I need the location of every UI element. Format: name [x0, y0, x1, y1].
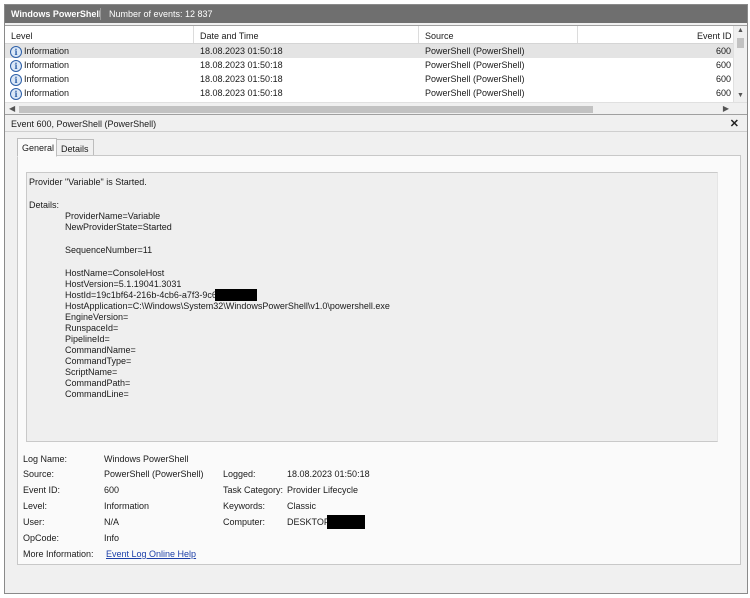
message-line: SequenceNumber=11 [65, 245, 153, 255]
message-line: CommandLine= [65, 389, 129, 399]
detail-header: Event 600, PowerShell (PowerShell) ✕ [5, 117, 747, 132]
table-row[interactable]: i Information 18.08.2023 01:50:18 PowerS… [5, 86, 733, 100]
horizontal-scroll-thumb[interactable] [19, 106, 593, 113]
message-line: HostId=19c1bf64-216b-4cb6-a7f3-9c6 [65, 290, 217, 300]
event-list[interactable]: Level Date and Time Source Event ID i In… [5, 25, 747, 115]
source-value: PowerShell (PowerShell) [104, 469, 204, 479]
message-line: CommandName= [65, 345, 136, 355]
table-row[interactable]: i Information 18.08.2023 01:50:18 PowerS… [5, 44, 733, 58]
online-help-link[interactable]: Event Log Online Help [106, 549, 196, 559]
row-level: Information [24, 46, 70, 56]
info-icon: i [10, 74, 22, 86]
keywords-label: Keywords: [223, 501, 266, 511]
column-divider[interactable] [418, 26, 419, 43]
message-line: HostApplication=C:\Windows\System32\Wind… [65, 301, 390, 311]
scroll-up-icon[interactable]: ▲ [737, 27, 744, 34]
tab-general[interactable]: General [17, 138, 57, 157]
message-line: Provider "Variable" is Started. [29, 177, 147, 187]
opcode-label: OpCode: [23, 533, 60, 543]
row-datetime: 18.08.2023 01:50:18 [200, 74, 283, 84]
info-icon: i [10, 46, 22, 58]
tab-details-label: Details [61, 144, 89, 154]
keywords-value: Classic [287, 501, 317, 511]
logged-label: Logged: [223, 469, 256, 479]
message-line: ProviderName=Variable [65, 211, 161, 221]
row-event-id: 600 [716, 88, 732, 98]
row-datetime: 18.08.2023 01:50:18 [200, 46, 283, 56]
info-icon: i [10, 88, 22, 100]
row-level: Information [24, 74, 70, 84]
row-level: Information [24, 88, 70, 98]
message-line: HostVersion=5.1.19041.3031 [65, 279, 182, 289]
row-source: PowerShell (PowerShell) [425, 74, 525, 84]
user-value: N/A [104, 517, 120, 527]
tab-general-label: General [22, 143, 55, 153]
log-header: Windows PowerShell Number of events: 12 … [5, 5, 747, 23]
level-value: Information [104, 501, 150, 511]
message-line: NewProviderState=Started [65, 222, 172, 232]
computer-value: DESKTOP- [287, 517, 333, 527]
message-line: PipelineId= [65, 334, 110, 344]
close-icon[interactable]: ✕ [730, 117, 739, 130]
scroll-left-icon[interactable]: ◀ [9, 104, 15, 113]
user-label: User: [23, 517, 45, 527]
table-row[interactable]: i Information 18.08.2023 01:50:18 PowerS… [5, 72, 733, 86]
task-category-value: Provider Lifecycle [287, 485, 359, 495]
column-level[interactable]: Level [11, 31, 33, 41]
row-event-id: 600 [716, 46, 732, 56]
vertical-scroll-thumb[interactable] [737, 38, 744, 48]
column-divider[interactable] [577, 26, 578, 43]
message-line: ScriptName= [65, 367, 118, 377]
source-label: Source: [23, 469, 55, 479]
log-title: Windows PowerShell [11, 9, 102, 19]
column-header: Level Date and Time Source Event ID [5, 26, 733, 44]
message-line: CommandPath= [65, 378, 131, 388]
general-panel: Provider "Variable" is Started. Details:… [17, 155, 741, 565]
detail-title: Event 600, PowerShell (PowerShell) [11, 119, 157, 129]
row-event-id: 600 [716, 60, 732, 70]
event-message[interactable]: Provider "Variable" is Started. Details:… [26, 172, 718, 442]
info-icon: i [10, 60, 22, 72]
task-category-label: Task Category: [223, 485, 284, 495]
row-level: Information [24, 60, 70, 70]
redaction-block [215, 289, 257, 301]
scroll-right-icon[interactable]: ▶ [723, 104, 729, 113]
column-source[interactable]: Source [425, 31, 454, 41]
log-name-label: Log Name: [23, 454, 68, 464]
message-line: EngineVersion= [65, 312, 129, 322]
row-source: PowerShell (PowerShell) [425, 46, 525, 56]
row-datetime: 18.08.2023 01:50:18 [200, 88, 283, 98]
row-datetime: 18.08.2023 01:50:18 [200, 60, 283, 70]
details-label: Details: [29, 200, 60, 210]
event-viewer-window: Windows PowerShell Number of events: 12 … [4, 4, 748, 594]
redaction-block [327, 515, 365, 529]
more-information-label: More Information: [23, 549, 94, 559]
horizontal-scrollbar[interactable]: ◀ ▶ [5, 102, 747, 114]
column-divider[interactable] [193, 26, 194, 43]
logged-value: 18.08.2023 01:50:18 [287, 469, 370, 479]
message-line: CommandType= [65, 356, 132, 366]
row-source: PowerShell (PowerShell) [425, 88, 525, 98]
event-count: Number of events: 12 837 [109, 9, 213, 19]
level-label: Level: [23, 501, 48, 511]
event-id-value: 600 [104, 485, 120, 495]
message-line: RunspaceId= [65, 323, 119, 333]
scroll-down-icon[interactable]: ▼ [737, 92, 744, 99]
column-datetime[interactable]: Date and Time [200, 31, 259, 41]
table-row[interactable]: i Information 18.08.2023 01:50:18 PowerS… [5, 58, 733, 72]
computer-label: Computer: [223, 517, 266, 527]
row-source: PowerShell (PowerShell) [425, 60, 525, 70]
header-divider [100, 8, 101, 20]
opcode-value: Info [104, 533, 120, 543]
row-event-id: 600 [716, 74, 732, 84]
column-event-id[interactable]: Event ID [697, 31, 732, 41]
event-id-label: Event ID: [23, 485, 61, 495]
vertical-scrollbar[interactable]: ▲ ▼ [733, 26, 747, 103]
message-line: HostName=ConsoleHost [65, 268, 165, 278]
log-name-value: Windows PowerShell [104, 454, 189, 464]
